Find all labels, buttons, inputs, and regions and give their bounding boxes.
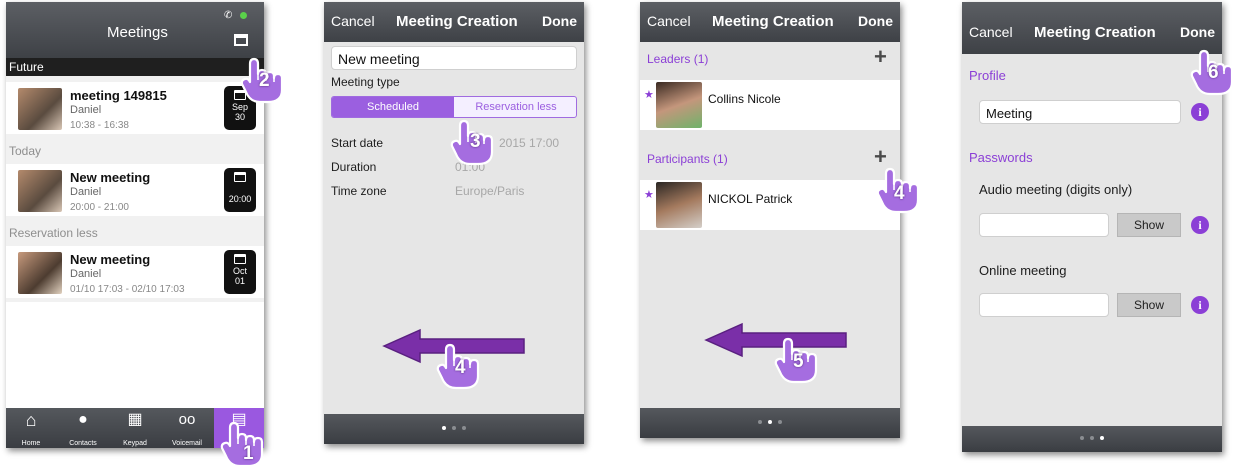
page-title: Meeting Creation	[396, 13, 518, 30]
online-show-button[interactable]: Show	[1117, 293, 1181, 317]
page-dots	[442, 426, 466, 430]
screen-meetings-list: Meetings ✆ Future meeting 149815 Daniel …	[6, 2, 264, 448]
page-title: Meeting Creation	[1034, 24, 1156, 41]
cancel-button[interactable]: Cancel	[647, 13, 691, 29]
profile-select[interactable]: Meeting	[979, 100, 1181, 124]
profile-label: Profile	[969, 68, 1006, 83]
start-date-value[interactable]: 2015 17:00	[499, 136, 559, 150]
creation-header: Cancel Meeting Creation Done	[324, 2, 584, 42]
avatar	[656, 82, 702, 128]
meeting-item[interactable]: New meeting Daniel 01/10 17:03 - 02/10 1…	[6, 246, 264, 298]
section-today: Today	[9, 144, 42, 158]
audio-password-input[interactable]	[979, 213, 1109, 237]
keypad-icon: ▦	[127, 411, 143, 428]
page-indicator-bar	[324, 414, 584, 444]
meeting-owner: Daniel	[70, 104, 102, 116]
audio-show-button[interactable]: Show	[1117, 213, 1181, 237]
add-leader-icon[interactable]: +	[874, 44, 887, 70]
leader-name: Collins Nicole	[708, 92, 781, 106]
section-future: Future	[6, 58, 264, 76]
presence-dot-icon	[240, 12, 247, 19]
page-dots	[1080, 436, 1104, 440]
avatar	[656, 182, 702, 228]
tab-keypad[interactable]: ▦ Keypad	[110, 408, 160, 448]
tab-voicemail[interactable]: oo Voicemail	[162, 408, 212, 448]
avatar	[18, 88, 62, 130]
step-number: 4	[894, 183, 905, 204]
audio-info-icon[interactable]: i	[1191, 216, 1209, 234]
time-zone-value[interactable]: Europe/Paris	[455, 184, 524, 198]
time-zone-label: Time zone	[331, 184, 387, 198]
time-badge: 20:00	[224, 168, 256, 212]
meeting-time: 20:00 - 21:00	[70, 202, 129, 213]
section-reservation-less: Reservation less	[9, 226, 98, 240]
list-background	[6, 302, 264, 408]
meeting-title: New meeting	[70, 252, 151, 267]
participant-name: NICKOL Patrick	[708, 192, 793, 206]
meeting-item[interactable]: meeting 149815 Daniel 10:38 - 16:38 Sep …	[6, 82, 264, 134]
avatar	[18, 252, 62, 294]
contact-icon: ●	[78, 411, 88, 428]
page-dots	[758, 420, 782, 424]
date-badge: Oct 01	[224, 250, 256, 294]
profile-info-icon[interactable]: i	[1191, 103, 1209, 121]
segment-scheduled[interactable]: Scheduled	[332, 97, 454, 117]
passwords-label: Passwords	[969, 150, 1033, 165]
meeting-owner: Daniel	[70, 186, 102, 198]
step-number: 6	[1208, 62, 1219, 83]
done-button[interactable]: Done	[542, 13, 577, 29]
avatar	[18, 170, 62, 212]
screen-meeting-creation-profile: Cancel Meeting Creation Done Profile Mee…	[962, 2, 1222, 452]
online-meeting-label: Online meeting	[979, 263, 1067, 278]
done-button[interactable]: Done	[1180, 24, 1215, 40]
audio-meeting-label: Audio meeting (digits only)	[979, 182, 1133, 197]
leader-row[interactable]: ★ Collins Nicole	[640, 80, 900, 130]
calendar-icon	[234, 172, 246, 182]
step-number: 3	[470, 131, 481, 152]
star-icon: ★	[644, 189, 654, 201]
participants-label: Participants (1)	[647, 152, 728, 166]
meetings-header: Meetings ✆	[6, 2, 264, 58]
star-icon: ★	[644, 89, 654, 101]
creation-header: Cancel Meeting Creation Done	[640, 2, 900, 42]
meeting-owner: Daniel	[70, 268, 102, 280]
step-number: 2	[259, 70, 270, 91]
step-number: 5	[793, 351, 804, 372]
new-meeting-icon[interactable]	[234, 34, 248, 46]
leaders-label: Leaders (1)	[647, 52, 709, 66]
page-title: Meeting Creation	[712, 13, 834, 30]
creation-header: Cancel Meeting Creation Done	[962, 2, 1222, 54]
cancel-button[interactable]: Cancel	[331, 13, 375, 29]
meeting-time: 10:38 - 16:38	[70, 120, 129, 131]
step-number: 1	[243, 443, 254, 464]
tab-contacts[interactable]: ● Contacts	[58, 408, 108, 448]
page-indicator-bar	[640, 408, 900, 438]
call-icon: ✆	[224, 10, 233, 21]
meeting-type-label: Meeting type	[331, 75, 400, 89]
calendar-icon	[234, 254, 246, 264]
meeting-time: 01/10 17:03 - 02/10 17:03	[70, 284, 185, 295]
meeting-title: meeting 149815	[70, 88, 167, 103]
participant-row[interactable]: ★ NICKOL Patrick	[640, 180, 900, 230]
done-button[interactable]: Done	[858, 13, 893, 29]
meeting-item[interactable]: New meeting Daniel 20:00 - 21:00 20:00	[6, 164, 264, 216]
step-number: 4	[455, 357, 466, 378]
online-info-icon[interactable]: i	[1191, 296, 1209, 314]
tab-home[interactable]: ⌂ Home	[6, 408, 56, 448]
duration-label: Duration	[331, 160, 377, 174]
page-title: Meetings	[107, 24, 168, 41]
home-icon: ⌂	[25, 410, 37, 430]
meeting-name-input[interactable]: New meeting	[331, 46, 577, 70]
online-password-input[interactable]	[979, 293, 1109, 317]
cancel-button[interactable]: Cancel	[969, 24, 1013, 40]
meeting-title: New meeting	[70, 170, 151, 185]
page-indicator-bar	[962, 426, 1222, 452]
voicemail-icon: oo	[178, 411, 196, 428]
start-date-label: Start date	[331, 136, 384, 150]
